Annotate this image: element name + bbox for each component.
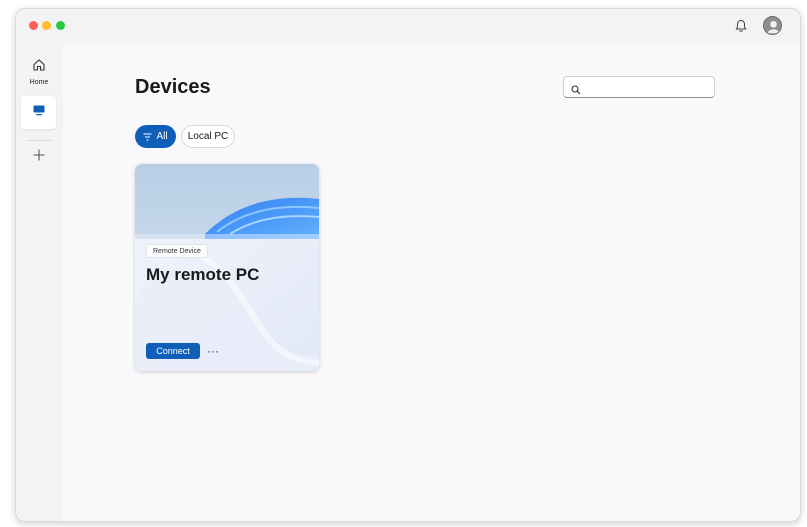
monitor-icon <box>32 103 46 122</box>
bell-icon[interactable] <box>733 18 749 34</box>
filter-icon <box>143 133 152 140</box>
sidebar-item-devices[interactable] <box>21 96 56 129</box>
more-options-button[interactable]: ··· <box>206 343 220 359</box>
window-maximize-button[interactable] <box>56 21 65 30</box>
device-name: My remote PC <box>146 265 260 284</box>
plus-icon <box>32 148 46 167</box>
filter-chip-all[interactable]: All <box>135 125 176 148</box>
title-bar <box>16 9 800 43</box>
search-icon <box>571 82 581 95</box>
sidebar-divider <box>27 140 52 141</box>
sidebar-item-label: Home <box>29 79 49 86</box>
add-device-button[interactable] <box>29 147 49 167</box>
sidebar-item-home[interactable]: Home <box>20 55 58 89</box>
device-type-badge: Remote Device <box>146 244 208 258</box>
filter-chip-label: Local PC <box>187 131 229 142</box>
filter-chip-label: All <box>156 131 168 142</box>
filter-chip-local-pc[interactable]: Local PC <box>181 125 235 148</box>
window-close-button[interactable] <box>29 21 38 30</box>
sidebar: Home <box>16 43 63 521</box>
search-input[interactable] <box>586 79 710 95</box>
page-title: Devices <box>135 76 211 98</box>
home-icon <box>32 58 46 77</box>
app-window: Home Devices All Local PC Remote Device … <box>15 8 801 522</box>
search-box[interactable] <box>563 76 715 98</box>
connect-button[interactable]: Connect <box>146 343 200 359</box>
device-card[interactable]: Remote Device My remote PC Connect ··· <box>135 164 319 371</box>
window-minimize-button[interactable] <box>42 21 51 30</box>
user-avatar-icon[interactable] <box>763 16 782 35</box>
